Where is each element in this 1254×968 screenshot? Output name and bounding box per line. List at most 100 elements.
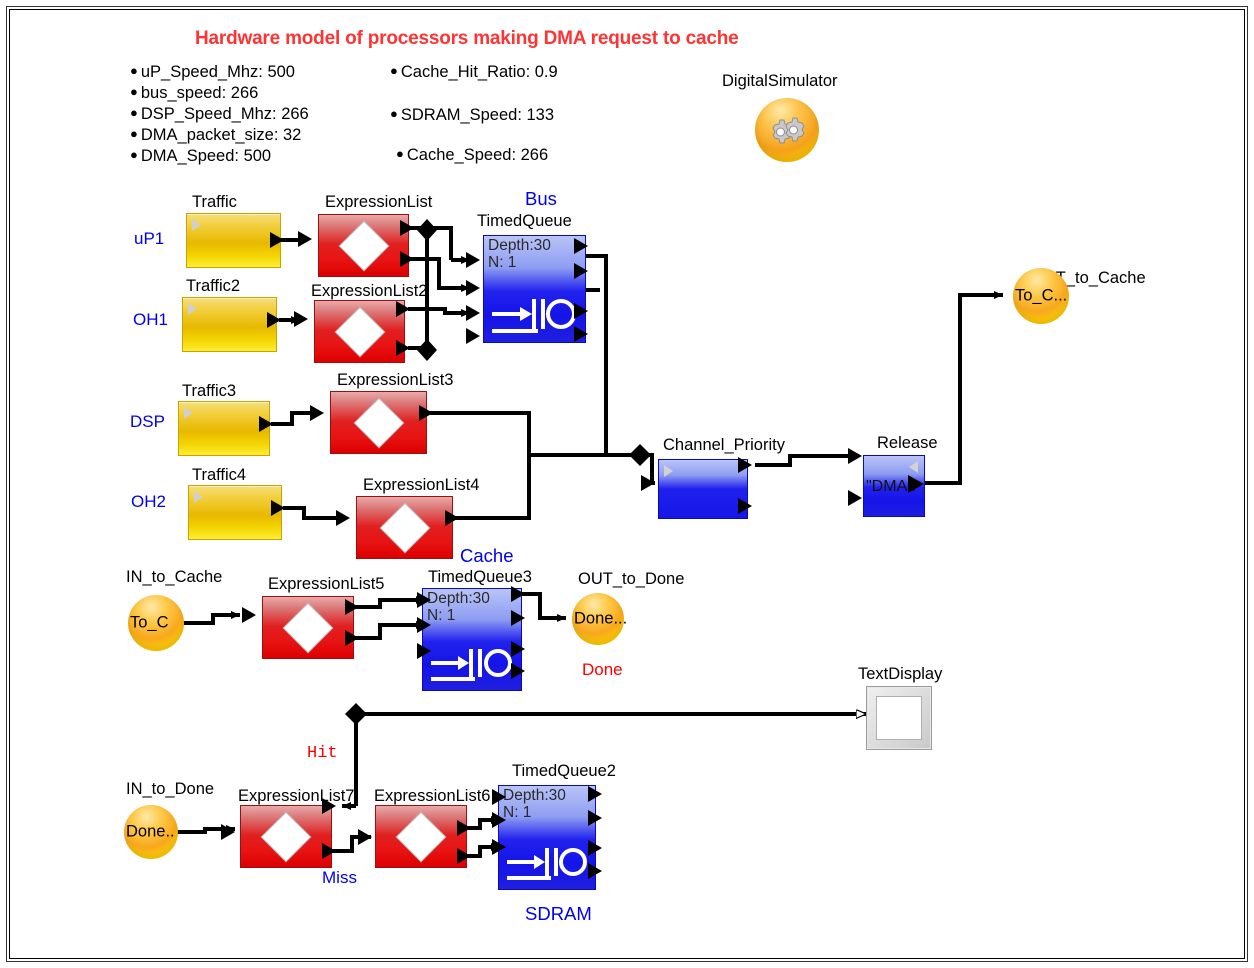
traffic-block-1[interactable] — [186, 213, 281, 268]
expr7-in-port — [221, 824, 235, 840]
param-left-2: ● DSP_Speed_Mhz: 266 — [130, 105, 309, 124]
cache-out-port-1 — [511, 586, 525, 602]
param-right-1: ● SDRAM_Speed: 133 — [390, 106, 554, 125]
bullet-dot-icon: ● — [396, 146, 404, 161]
release-out-port — [908, 475, 924, 493]
expressionlist-3-label: ExpressionList3 — [337, 371, 454, 389]
expr2-out-port-2 — [396, 340, 410, 356]
bus-in-port-4 — [466, 328, 480, 344]
bus-group-label: Bus — [525, 188, 557, 209]
param-left-0-text: uP_Speed_Mhz: 500 — [140, 63, 295, 81]
expr5-out-port-1 — [345, 599, 359, 615]
cache-in-port-2 — [417, 617, 431, 633]
timedqueue-sdram[interactable]: Depth:30 N: 1 — [498, 785, 596, 890]
expr7-out-port-miss — [322, 843, 336, 859]
expressionlist-block-4[interactable] — [356, 496, 453, 559]
traffic-1-label: Traffic — [192, 193, 237, 211]
bullet-dot-icon: ● — [130, 63, 138, 78]
bullet-dot-icon: ● — [130, 147, 138, 162]
expr6-out-port-2 — [457, 848, 471, 864]
expression-diamond-icon — [354, 398, 403, 447]
bus-out-port-3 — [574, 303, 588, 319]
expr5-out-port-2 — [345, 630, 359, 646]
expressionlist-block-2[interactable] — [314, 300, 405, 363]
sdram-queue-depth: Depth:30 — [503, 787, 566, 804]
play-triangle-icon — [188, 303, 197, 315]
param-left-0: ● uP_Speed_Mhz: 500 — [130, 63, 295, 82]
expr1-in-port — [298, 231, 312, 247]
expression-diamond-icon — [335, 307, 384, 356]
expr3-in-port — [310, 405, 324, 421]
bus-queue-depth: Depth:30 — [488, 237, 551, 254]
expressionlist-block-1[interactable] — [318, 214, 409, 277]
digital-simulator-node[interactable] — [755, 98, 819, 162]
release-in-port-1 — [848, 448, 862, 464]
cache-group-label: Cache — [460, 545, 514, 566]
text-display-block[interactable] — [866, 686, 932, 750]
bullet-dot-icon: ● — [130, 126, 138, 141]
traffic-block-3[interactable] — [178, 401, 270, 456]
bus-in-port-3 — [466, 305, 480, 321]
signal-label-hit: Hit — [307, 744, 338, 763]
expressionlist-block-3[interactable] — [330, 391, 427, 454]
channel-priority-block[interactable] — [658, 459, 748, 519]
param-left-4: ● DMA_Speed: 500 — [130, 147, 271, 166]
traffic-block-4[interactable] — [188, 485, 282, 540]
sdram-out-port-3 — [588, 840, 602, 856]
expression-diamond-icon — [380, 503, 429, 552]
out-to-done-value: Done... — [574, 609, 628, 628]
expr1-out-port-2 — [400, 251, 414, 267]
source-role-oh2: OH2 — [131, 492, 166, 511]
sdram-out-port-1 — [588, 786, 602, 802]
out-to-done-sublabel: Done — [582, 660, 623, 679]
expression-diamond-icon — [261, 812, 311, 861]
sdram-queue-label: TimedQueue2 — [512, 762, 616, 780]
cache-in-port-3 — [417, 643, 431, 659]
expressionlist-block-7[interactable] — [240, 805, 332, 868]
expr2-in-port — [294, 311, 308, 327]
expressionlist-block-5[interactable] — [262, 596, 354, 659]
param-left-3: ● DMA_packet_size: 32 — [130, 126, 301, 145]
traffic-block-2[interactable] — [182, 297, 277, 352]
sdram-group-label: SDRAM — [525, 903, 592, 924]
bus-out-port-2 — [574, 263, 588, 279]
source-role-up1: uP1 — [134, 229, 165, 248]
out-to-cache-node[interactable]: To_C... — [1013, 268, 1069, 324]
expression-diamond-icon — [283, 603, 333, 652]
expression-diamond-icon — [396, 812, 446, 861]
expression-diamond-icon — [339, 221, 388, 270]
in-to-cache-node[interactable]: To_C — [128, 595, 184, 651]
expressionlist-1-label: ExpressionList — [325, 193, 433, 211]
cache-queue-label: TimedQueue3 — [428, 568, 532, 586]
expr1-out-port-1 — [400, 220, 414, 236]
expr4-in-port — [336, 510, 350, 526]
channel-priority-in-port — [641, 475, 655, 491]
bullet-dot-icon: ● — [130, 84, 138, 99]
sdram-out-port-4 — [588, 863, 602, 879]
queue-glyph-icon — [507, 848, 587, 880]
bus-out-port-1 — [574, 238, 588, 254]
param-right-0: ● Cache_Hit_Ratio: 0.9 — [390, 63, 558, 82]
timedqueue-cache[interactable]: Depth:30 N: 1 — [422, 588, 522, 691]
param-left-1: ● bus_speed: 266 — [130, 84, 258, 103]
in-to-cache-label: IN_to_Cache — [126, 568, 223, 586]
in-to-cache-value: To_C — [130, 613, 169, 632]
release-in-port-2 — [848, 490, 862, 506]
in-to-done-value: Done.. — [126, 822, 175, 841]
traffic-4-label: Traffic4 — [192, 466, 247, 484]
in-to-done-node[interactable]: Done.. — [124, 805, 178, 859]
expressionlist-5-label: ExpressionList5 — [268, 575, 385, 593]
in-to-done-label: IN_to_Done — [126, 780, 215, 798]
source-role-oh1: OH1 — [133, 310, 168, 329]
timedqueue-bus[interactable]: Depth:30 N: 1 — [483, 235, 586, 343]
signal-label-miss: Miss — [322, 868, 357, 887]
param-right-0-text: Cache_Hit_Ratio: 0.9 — [400, 63, 558, 81]
out-to-cache-value: To_C... — [1015, 286, 1068, 305]
out-to-done-node[interactable]: Done... — [572, 593, 628, 645]
expr3-out-port — [419, 405, 433, 421]
expressionlist-block-6[interactable] — [375, 805, 467, 868]
expressionlist-4-label: ExpressionList4 — [363, 476, 480, 494]
expr7-out-port-hit — [322, 798, 336, 814]
text-display-label: TextDisplay — [858, 665, 943, 683]
bus-queue-n: N: 1 — [488, 254, 517, 271]
